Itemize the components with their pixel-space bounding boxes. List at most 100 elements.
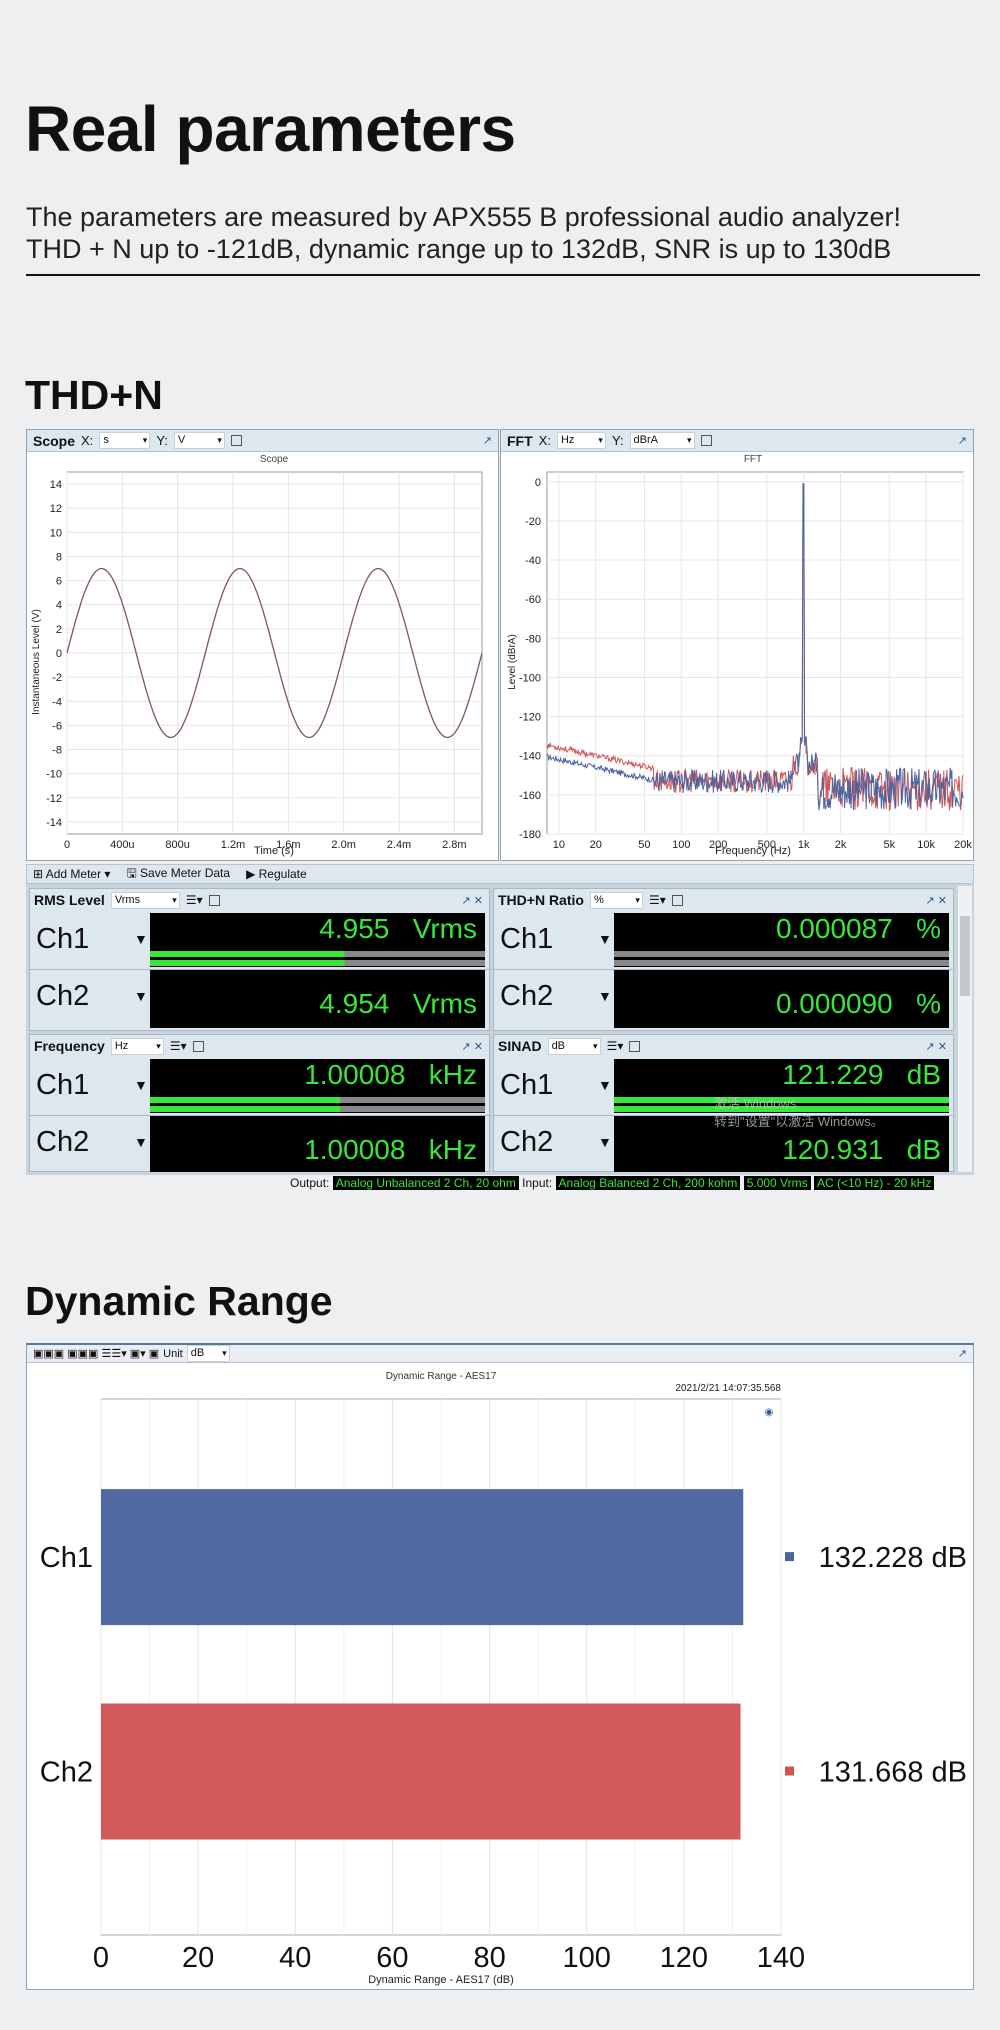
scope-y-unit-select[interactable]: V: [173, 432, 225, 449]
fft-x-tick: 20k: [954, 839, 972, 851]
dr-section-title: Dynamic Range: [25, 1278, 333, 1324]
scope-x-tick: 400u: [110, 839, 134, 851]
save-meter-data-button[interactable]: 🖫 Save Meter Data: [126, 864, 230, 885]
dr-toolbar-icons[interactable]: ▣▣▣ ▣▣▣ ☰☰▾ ▣▾ ▣: [33, 1347, 159, 1360]
freq-options-icon[interactable]: ☰▾: [170, 1039, 187, 1053]
thdn-unit-select[interactable]: %: [589, 891, 643, 909]
dr-chart-title: Dynamic Range - AES17: [386, 1371, 497, 1382]
freq-meter-header: Frequency Hz ☰▾ ↗ ✕: [30, 1035, 489, 1057]
sinad-ch1-dropdown-icon[interactable]: ▼: [598, 1077, 612, 1093]
output-label: Output:: [290, 1176, 330, 1190]
fft-y-tick: -40: [525, 555, 541, 567]
regulate-button[interactable]: ▶ Regulate: [246, 867, 307, 881]
scope-x-label: X:: [81, 433, 94, 448]
scope-y-tick: 12: [50, 503, 62, 515]
rms-ch1-dropdown-icon[interactable]: ▼: [134, 931, 148, 947]
rms-settings-icon[interactable]: [208, 894, 220, 906]
fft-y-tick: -140: [519, 751, 541, 763]
sinad-unit-select[interactable]: dB: [547, 1037, 601, 1055]
fft-x-tick: 10: [553, 839, 565, 851]
frequency-meter: Frequency Hz ☰▾ ↗ ✕ Ch1 ▼ 1.00008 kHz Ch…: [29, 1034, 491, 1172]
scope-y-tick: 8: [56, 551, 62, 563]
rms-ch1-value: 4.955 Vrms: [319, 913, 477, 944]
scope-panel-header: Scope X: s Y: V ↗: [27, 430, 498, 452]
dr-legend-toggle-icon: ◉: [765, 1407, 774, 1418]
dr-x-tick: 0: [93, 1942, 109, 1974]
thdn-settings-icon[interactable]: [671, 894, 683, 906]
scope-settings-icon[interactable]: [230, 435, 242, 446]
scope-x-tick: 2.0m: [331, 839, 355, 851]
freq-ch2-dropdown-icon[interactable]: ▼: [134, 1134, 148, 1150]
thdn-options-icon[interactable]: ☰▾: [649, 893, 666, 907]
meters-scrollbar[interactable]: [958, 886, 972, 1172]
meter-toolbar: ⊞ Add Meter ▾ 🖫 Save Meter Data ▶ Regula…: [26, 864, 974, 884]
thdn-popout-close-icons[interactable]: ↗ ✕: [926, 894, 948, 907]
thdn-ch1-value: 0.000087 %: [775, 913, 941, 944]
scope-popout-icon[interactable]: ↗: [483, 434, 492, 447]
dr-chart: Dynamic Range - AES17 2021/2/21 14:07:35.…: [40, 1371, 967, 1986]
rms-options-icon[interactable]: ☰▾: [186, 893, 203, 907]
rms-ch1-level-bar: [150, 951, 485, 957]
add-meter-button[interactable]: ⊞ Add Meter ▾: [33, 867, 110, 881]
output-value: Analog Unbalanced 2 Ch, 20 ohm: [332, 1176, 519, 1190]
scope-x-unit-select[interactable]: s: [99, 432, 151, 449]
thdn-section-title: THD+N: [25, 372, 163, 418]
scope-x-tick: 1.2m: [221, 839, 245, 851]
thdn-row-ch2: Ch2 ▼ 0.000090 %: [494, 969, 955, 1028]
dr-x-tick: 40: [279, 1942, 311, 1974]
thdn-meter-label: THD+N Ratio: [498, 892, 584, 908]
dr-unit-select[interactable]: dB: [186, 1345, 230, 1362]
fft-y-tick: -120: [519, 712, 541, 724]
freq-popout-close-icons[interactable]: ↗ ✕: [462, 1040, 484, 1053]
thdn-ratio-meter: THD+N Ratio % ☰▾ ↗ ✕ Ch1 ▼ 0.000087 % Ch…: [493, 888, 955, 1031]
freq-ch2-label: Ch2: [36, 1126, 90, 1158]
sinad-settings-icon[interactable]: [629, 1040, 641, 1052]
sinad-ch1-label: Ch1: [500, 1069, 554, 1101]
rms-row-ch2: Ch2 ▼ 4.954 Vrms: [30, 969, 491, 1028]
fft-y-tick: -80: [525, 633, 541, 645]
sinad-popout-close-icons[interactable]: ↗ ✕: [926, 1040, 948, 1053]
fft-x-unit-select[interactable]: Hz: [556, 432, 606, 449]
thdn-row-ch1: Ch1 ▼ 0.000087 %: [494, 911, 955, 967]
scrollbar-thumb[interactable]: [960, 916, 970, 996]
thdn-ch1-level-bar-2: [614, 960, 949, 966]
rms-ch1-display: 4.955 Vrms: [150, 913, 485, 967]
dr-popout-icon[interactable]: ↗: [958, 1347, 967, 1360]
dr-x-tick: 100: [563, 1942, 611, 1974]
fft-y-tick: -60: [525, 594, 541, 606]
rms-unit-select[interactable]: Vrms: [110, 891, 180, 909]
dr-bar-ch1: [101, 1489, 744, 1626]
rms-ch2-label: Ch2: [36, 980, 90, 1012]
freq-ch2-display: 1.00008 kHz: [150, 1116, 485, 1172]
freq-ch1-value: 1.00008 kHz: [304, 1059, 477, 1090]
rms-meter-header: RMS Level Vrms ☰▾ ↗ ✕: [30, 889, 489, 911]
scope-chart: Scope 14 12 10 8 6 4 2 0 -2 -4 -6 -8 -10 -12 -14 0 400u…: [31, 454, 483, 857]
scope-x-tick: 2.4m: [387, 839, 411, 851]
io-status-bar: Output: Analog Unbalanced 2 Ch, 20 ohm I…: [290, 1176, 935, 1190]
freq-ch1-label: Ch1: [36, 1069, 90, 1101]
fft-x-tick: 5k: [883, 839, 895, 851]
fft-panel: FFT X: Hz Y: dBrA ↗ FFT 0 -20 -40 -60 -80 -10…: [500, 429, 974, 861]
freq-row-ch1: Ch1 ▼ 1.00008 kHz: [30, 1057, 491, 1113]
freq-unit-select[interactable]: Hz: [110, 1037, 164, 1055]
fft-y-axis-label: Level (dBrA): [507, 634, 518, 690]
thdn-ch1-dropdown-icon[interactable]: ▼: [598, 931, 612, 947]
dr-legend-swatch-ch1: [785, 1552, 794, 1562]
thdn-ch2-display: 0.000090 %: [614, 970, 949, 1028]
activation-watermark: 激活 Windows 转到"设置"以激活 Windows。: [714, 1096, 884, 1129]
fft-settings-icon[interactable]: [700, 435, 712, 446]
freq-ch1-dropdown-icon[interactable]: ▼: [134, 1077, 148, 1093]
rms-ch2-dropdown-icon[interactable]: ▼: [134, 988, 148, 1004]
sinad-options-icon[interactable]: ☰▾: [607, 1039, 624, 1053]
thdn-ch1-level-bar: [614, 951, 949, 957]
thdn-ch2-dropdown-icon[interactable]: ▼: [598, 988, 612, 1004]
scope-x-tick: 800u: [165, 839, 189, 851]
sinad-meter-header: SINAD dB ☰▾ ↗ ✕: [494, 1035, 953, 1057]
fft-popout-icon[interactable]: ↗: [958, 434, 967, 447]
rms-popout-close-icons[interactable]: ↗ ✕: [462, 894, 484, 907]
fft-y-unit-select[interactable]: dBrA: [629, 432, 695, 449]
freq-ch2-value: 1.00008 kHz: [304, 1134, 477, 1165]
fft-x-tick: 20: [590, 839, 602, 851]
sinad-ch2-dropdown-icon[interactable]: ▼: [598, 1134, 612, 1150]
freq-settings-icon[interactable]: [192, 1040, 204, 1052]
